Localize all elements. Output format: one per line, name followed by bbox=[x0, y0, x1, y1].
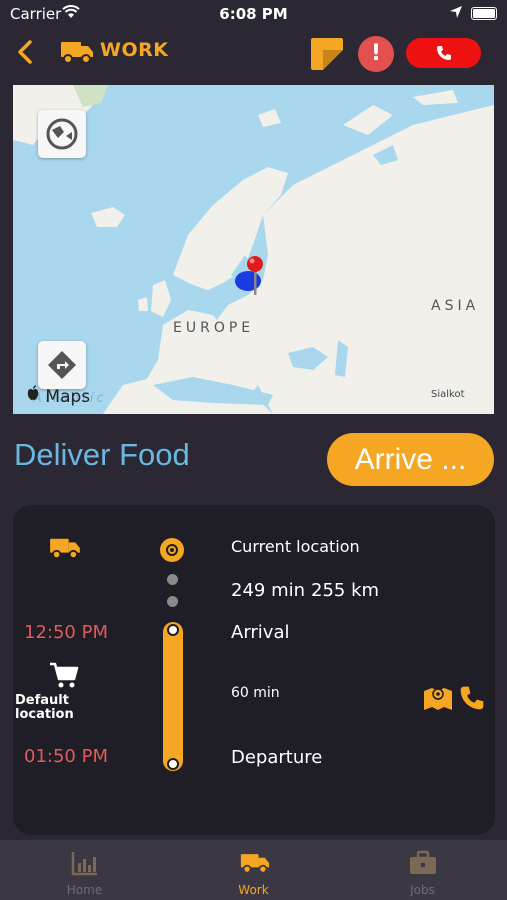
note-button[interactable] bbox=[311, 38, 343, 70]
arrival-node bbox=[167, 624, 179, 636]
route-dot bbox=[167, 596, 178, 607]
eta-distance: 255 km bbox=[311, 580, 380, 601]
stop-name: Default location bbox=[15, 693, 74, 722]
maps-logo: Maps bbox=[26, 385, 90, 407]
top-bar: WORK ! bbox=[0, 28, 507, 80]
page-title: WORK bbox=[100, 39, 169, 61]
truck-icon bbox=[240, 854, 270, 874]
alert-icon: ! bbox=[370, 41, 382, 66]
map-view[interactable]: EUROPE ASIA Atlantic Maps Sialkot bbox=[13, 85, 494, 414]
phone-icon[interactable] bbox=[459, 685, 485, 711]
route-dot bbox=[167, 574, 178, 585]
phone-icon bbox=[437, 46, 451, 60]
call-button[interactable] bbox=[406, 38, 481, 68]
map-label-asia: ASIA bbox=[431, 298, 480, 314]
origin-target-icon bbox=[160, 538, 184, 562]
tab-label: Jobs bbox=[410, 883, 435, 897]
briefcase-icon bbox=[410, 850, 436, 874]
route-card: 12:50 PM Default location 01:50 PM Curre… bbox=[13, 505, 495, 835]
eta-minutes: 249 min bbox=[231, 580, 306, 601]
directions-button[interactable] bbox=[38, 341, 86, 389]
stop-duration-bar bbox=[163, 622, 183, 771]
legal-link[interactable]: Sialkot bbox=[431, 389, 465, 400]
stay-duration: 60 min bbox=[231, 685, 280, 701]
map-label-europe: EUROPE bbox=[173, 320, 255, 336]
alert-button[interactable]: ! bbox=[358, 36, 394, 72]
tab-home[interactable]: Home bbox=[0, 840, 169, 900]
tab-work[interactable]: Work bbox=[169, 840, 338, 900]
arrival-label: Arrival bbox=[231, 622, 290, 643]
origin-label: Current location bbox=[231, 537, 360, 556]
directions-icon bbox=[48, 351, 76, 379]
truck-icon bbox=[60, 38, 94, 66]
cart-icon bbox=[49, 661, 79, 689]
back-button[interactable] bbox=[12, 36, 40, 68]
tab-bar: Home Work Jobs bbox=[0, 840, 507, 900]
chevron-left-icon bbox=[18, 40, 32, 64]
tab-label: Home bbox=[66, 883, 103, 897]
status-bar: Carrier 6:08 PM bbox=[0, 0, 507, 28]
departure-time: 01:50 PM bbox=[24, 746, 108, 767]
arrival-time: 12:50 PM bbox=[24, 622, 108, 643]
truck-icon bbox=[49, 535, 81, 561]
departure-node bbox=[167, 758, 179, 770]
maps-logo-text: Maps bbox=[45, 387, 91, 407]
apple-icon bbox=[27, 385, 39, 400]
tab-label: Work bbox=[238, 883, 269, 897]
battery-icon bbox=[471, 7, 497, 20]
map-type-button[interactable] bbox=[38, 110, 86, 158]
globe-icon bbox=[46, 118, 78, 150]
tab-jobs[interactable]: Jobs bbox=[338, 840, 507, 900]
departure-label: Departure bbox=[231, 747, 323, 768]
map-pin-icon[interactable] bbox=[245, 255, 265, 295]
location-arrow-icon bbox=[449, 5, 463, 23]
job-title: Deliver Food bbox=[14, 437, 190, 472]
arrive-button[interactable]: Arrive ... bbox=[327, 433, 494, 486]
chart-icon bbox=[71, 852, 97, 876]
eta-summary: 249 min 255 km bbox=[231, 580, 385, 601]
map-location-icon[interactable] bbox=[423, 685, 453, 711]
clock: 6:08 PM bbox=[219, 5, 288, 23]
